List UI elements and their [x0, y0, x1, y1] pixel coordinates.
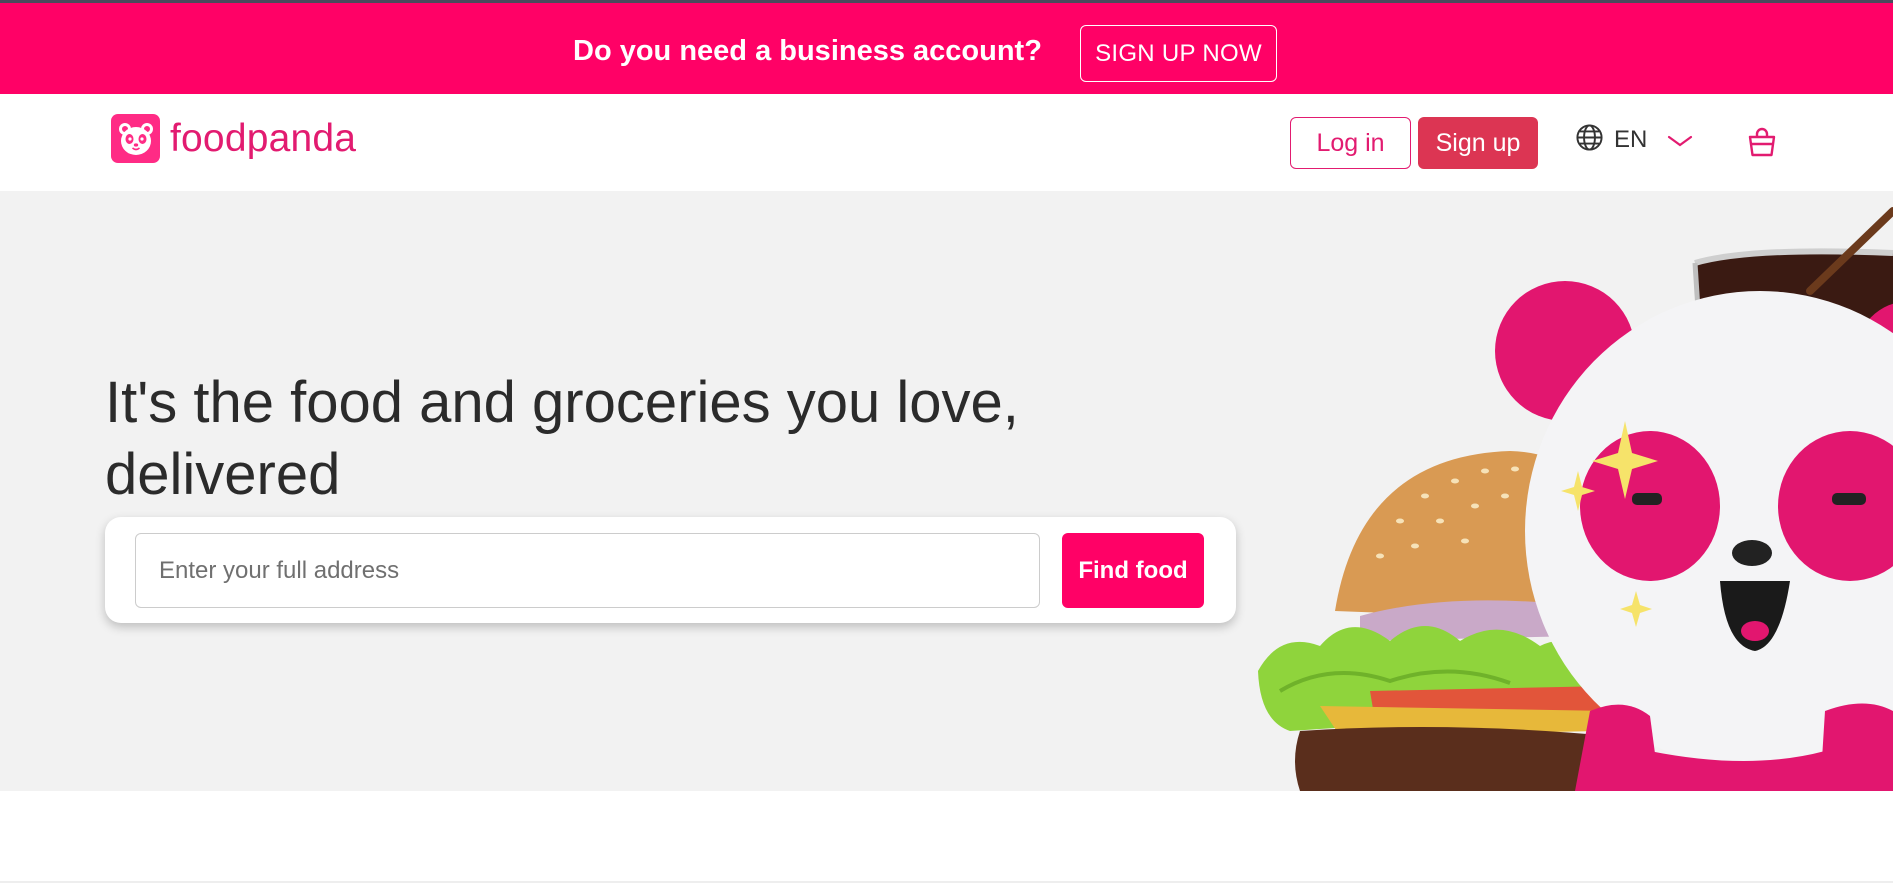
hero-headline: It's the food and groceries you love, de… [105, 370, 1019, 507]
address-search-card: Find food [105, 517, 1236, 623]
globe-icon [1575, 123, 1604, 157]
hero-section: It's the food and groceries you love, de… [0, 191, 1893, 791]
sign-up-button[interactable]: Sign up [1418, 117, 1538, 169]
chevron-down-icon [1667, 134, 1693, 153]
section-divider [0, 881, 1893, 883]
business-promo-banner: Do you need a business account? SIGN UP … [0, 3, 1893, 94]
find-food-button[interactable]: Find food [1062, 533, 1204, 608]
sign-up-now-button[interactable]: SIGN UP NOW [1080, 25, 1277, 82]
language-label: EN [1614, 126, 1648, 153]
log-in-button[interactable]: Log in [1290, 117, 1411, 169]
panda-logo-icon [111, 114, 160, 163]
brand-name: foodpanda [170, 116, 357, 160]
language-selector[interactable]: EN [1575, 123, 1693, 157]
site-header: foodpanda Log in Sign up EN [0, 94, 1893, 191]
shopping-bag-icon[interactable] [1747, 126, 1777, 163]
hero-food-panda-illustration [1258, 207, 1893, 791]
brand-logo[interactable]: foodpanda [111, 114, 356, 163]
promo-text: Do you need a business account? [573, 35, 1042, 67]
address-input[interactable] [135, 533, 1040, 608]
